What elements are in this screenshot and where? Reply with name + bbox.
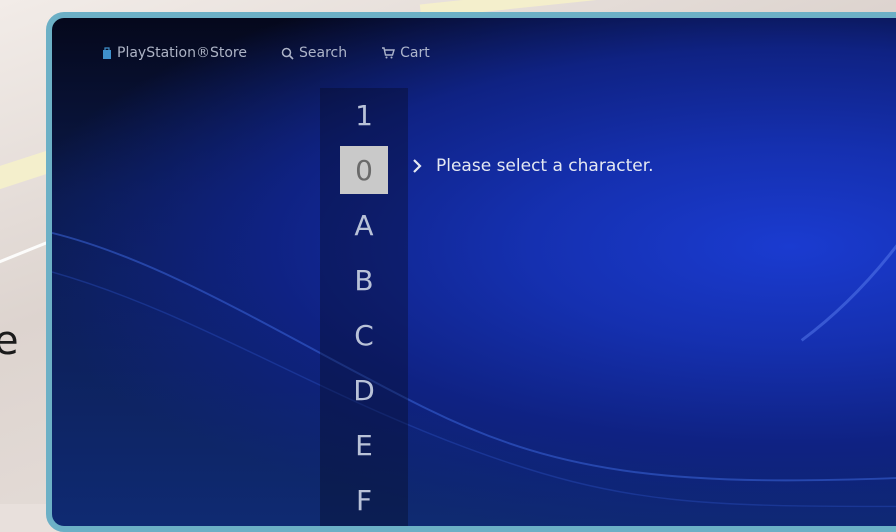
chevron-right-icon [412, 158, 422, 174]
character-prompt: Please select a character. [412, 156, 654, 176]
ps-store-window: PlayStation®Store Search Cart 1 0 A B C … [46, 12, 896, 532]
store-label: PlayStation®Store [117, 45, 247, 61]
playstation-store-tab[interactable]: PlayStation®Store [102, 45, 247, 61]
character-selector: 1 0 A B C D E F [320, 88, 408, 526]
search-label: Search [298, 45, 348, 61]
character-option[interactable]: D [320, 366, 408, 414]
prompt-text: Please select a character. [436, 156, 654, 176]
character-option[interactable]: A [320, 201, 408, 249]
playstation-store-bag-icon [102, 46, 112, 60]
character-option[interactable]: F [320, 476, 408, 524]
top-menu-bar: PlayStation®Store Search Cart [52, 18, 896, 88]
cart-tab[interactable]: Cart [381, 45, 430, 61]
character-option[interactable]: E [320, 421, 408, 469]
shopping-cart-icon [381, 47, 396, 59]
magnifier-search-icon [281, 47, 294, 60]
character-option[interactable]: 1 [320, 91, 408, 139]
cart-label: Cart [400, 45, 430, 61]
character-option[interactable]: B [320, 256, 408, 304]
background-wave [52, 231, 896, 508]
search-tab[interactable]: Search [281, 45, 347, 61]
backdrop-partial-text: e [0, 318, 19, 364]
character-option[interactable]: C [320, 311, 408, 359]
character-option-selected[interactable]: 0 [320, 146, 408, 194]
